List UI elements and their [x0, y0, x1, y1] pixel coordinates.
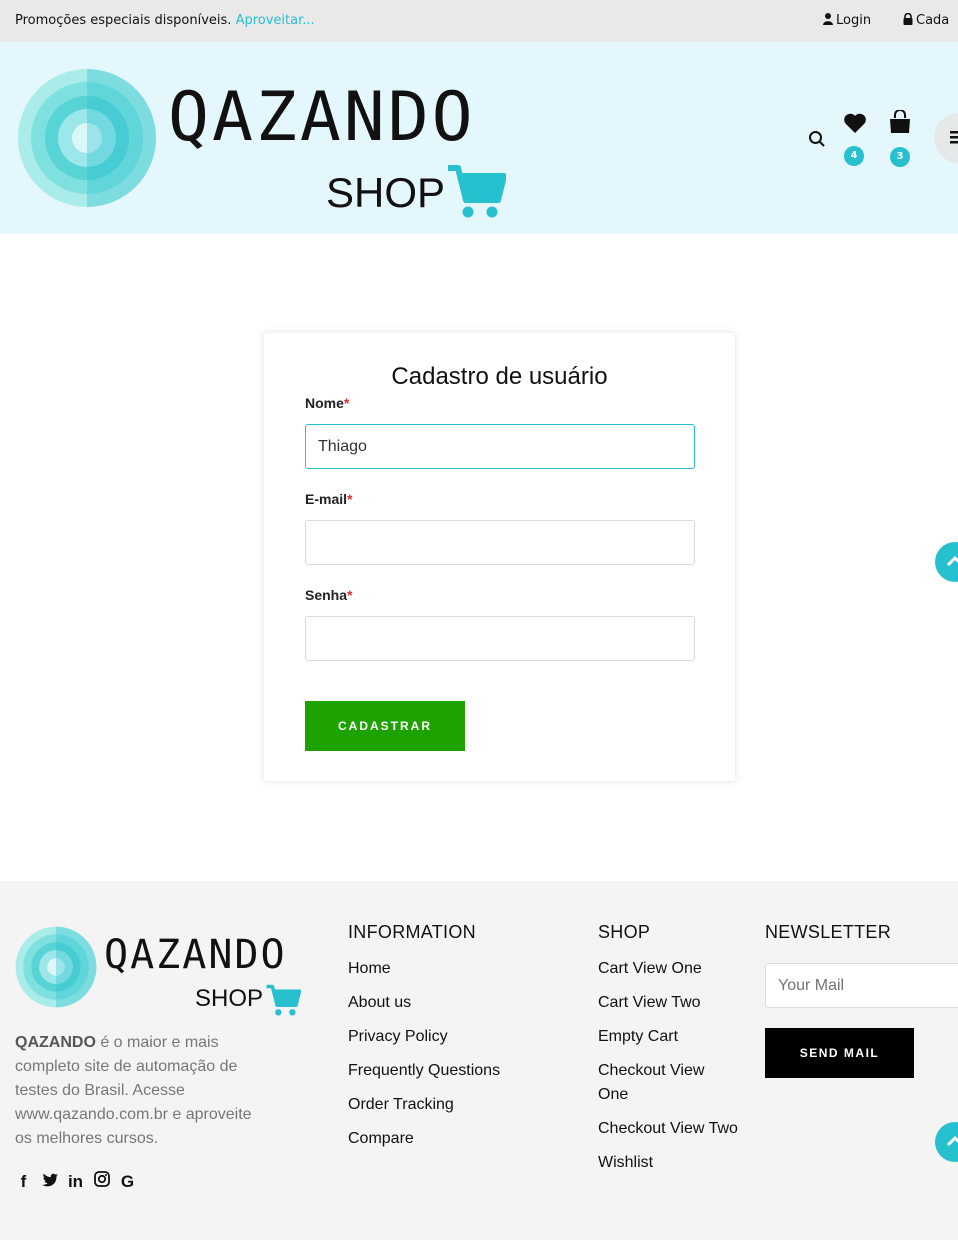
- cart-button[interactable]: 3: [889, 109, 911, 167]
- logo-shop-label: SHOP: [326, 169, 446, 216]
- login-label: Login: [836, 13, 872, 28]
- register-label: Cada: [916, 13, 950, 28]
- site-footer: QAZANDO SHOP QAZANDO é o maior e mais co…: [0, 881, 958, 1240]
- footer-logo-emblem[interactable]: [15, 926, 97, 1012]
- facebook-icon[interactable]: f: [15, 1172, 32, 1192]
- social-links: f in G: [15, 1171, 136, 1192]
- top-bar: Promoções especiais disponíveis. Aprovei…: [0, 0, 958, 42]
- footer-cart-logo-icon: [266, 984, 301, 1016]
- footer-link-cart-view-two[interactable]: Cart View Two: [598, 991, 738, 1015]
- search-icon[interactable]: [808, 130, 826, 152]
- chevron-up-icon: [946, 555, 958, 567]
- password-field[interactable]: [305, 616, 695, 661]
- shop-links: Cart View One Cart View Two Empty Cart C…: [598, 957, 738, 1175]
- footer-link-order-tracking[interactable]: Order Tracking: [348, 1093, 500, 1117]
- newsletter-email-input[interactable]: [765, 963, 958, 1008]
- name-field[interactable]: [305, 424, 695, 469]
- promo-link[interactable]: Aproveitar...: [236, 13, 315, 28]
- logo-emblem[interactable]: [17, 68, 157, 212]
- wishlist-count-badge: 4: [844, 146, 864, 166]
- send-mail-button[interactable]: SEND MAIL: [765, 1028, 914, 1078]
- linkedin-icon[interactable]: in: [67, 1172, 84, 1192]
- login-link[interactable]: Login: [823, 13, 871, 28]
- information-links: Home About us Privacy Policy Frequently …: [348, 957, 500, 1151]
- instagram-icon[interactable]: [93, 1171, 110, 1192]
- user-icon: [823, 13, 833, 25]
- cart-count-badge: 3: [890, 147, 910, 167]
- footer-link-checkout-one[interactable]: Checkout View One: [598, 1059, 738, 1107]
- footer-about-text: QAZANDO é o maior e mais completo site d…: [15, 1034, 252, 1147]
- information-heading: INFORMATION: [348, 922, 476, 942]
- footer-link-about[interactable]: About us: [348, 991, 500, 1015]
- heart-icon: [844, 113, 866, 133]
- footer-logo-shop-label: SHOP: [195, 985, 264, 1012]
- promo-message: Promoções especiais disponíveis. Aprovei…: [15, 13, 315, 28]
- cart-logo-icon: [448, 165, 506, 218]
- footer-link-privacy[interactable]: Privacy Policy: [348, 1025, 500, 1049]
- footer-link-empty-cart[interactable]: Empty Cart: [598, 1025, 738, 1049]
- register-submit-button[interactable]: CADASTRAR: [305, 701, 465, 751]
- chevron-up-icon: [946, 1135, 958, 1147]
- footer-link-compare[interactable]: Compare: [348, 1127, 500, 1151]
- logo-wordmark[interactable]: QAZANDO: [168, 84, 476, 152]
- register-link[interactable]: Cada: [903, 12, 950, 28]
- register-form-card: Cadastro de usuário Nome* E-mail* Senha*…: [264, 333, 735, 781]
- scroll-top-button[interactable]: [935, 542, 958, 582]
- google-icon[interactable]: G: [119, 1172, 136, 1192]
- footer-link-faq[interactable]: Frequently Questions: [348, 1059, 500, 1083]
- footer-link-cart-view-one[interactable]: Cart View One: [598, 957, 738, 981]
- wishlist-button[interactable]: 4: [843, 112, 867, 166]
- email-label: E-mail*: [305, 491, 353, 507]
- name-label: Nome*: [305, 395, 350, 411]
- hamburger-icon: [950, 131, 958, 144]
- footer-link-home[interactable]: Home: [348, 957, 500, 981]
- shop-heading: SHOP: [598, 922, 651, 942]
- email-field[interactable]: [305, 520, 695, 565]
- newsletter-heading: NEWSLETTER: [765, 922, 892, 942]
- twitter-icon[interactable]: [41, 1172, 58, 1192]
- footer-link-wishlist[interactable]: Wishlist: [598, 1151, 738, 1175]
- form-title: Cadastro de usuário: [391, 363, 608, 390]
- footer-logo-wordmark: QAZANDO: [104, 932, 287, 978]
- password-label: Senha*: [305, 587, 353, 603]
- shopping-bag-icon: [890, 109, 910, 133]
- promo-text: Promoções especiais disponíveis.: [15, 13, 232, 28]
- lock-icon: [903, 12, 913, 25]
- menu-button[interactable]: [934, 113, 958, 163]
- site-header: QAZANDO SHOP 4 3: [0, 42, 958, 234]
- footer-link-checkout-two[interactable]: Checkout View Two: [598, 1117, 738, 1141]
